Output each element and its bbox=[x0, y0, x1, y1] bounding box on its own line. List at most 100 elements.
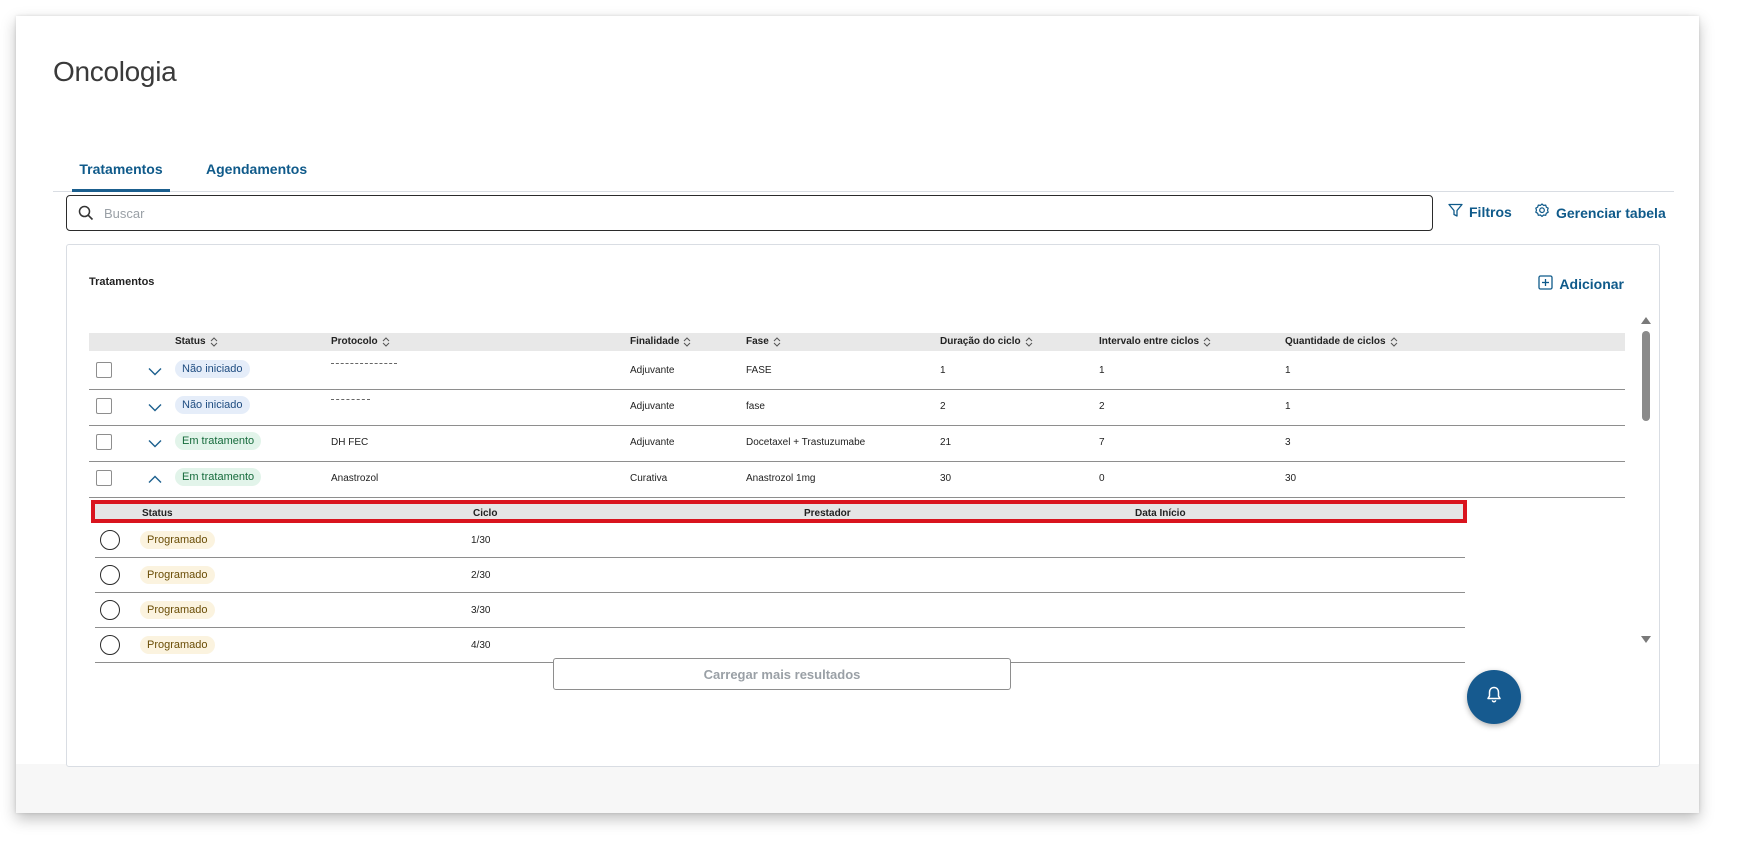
cycle-radio[interactable] bbox=[100, 565, 120, 585]
sort-icon bbox=[1390, 336, 1398, 347]
scroll-up-arrow-icon[interactable] bbox=[1641, 317, 1651, 324]
table-row-expanded[interactable]: Em tratamento Anastrozol Curativa Anastr… bbox=[89, 459, 1625, 498]
chevron-down-icon[interactable] bbox=[147, 399, 163, 415]
load-more-button[interactable]: Carregar mais resultados bbox=[553, 658, 1011, 690]
plus-box-icon bbox=[1538, 275, 1554, 293]
tab-agendamentos[interactable]: Agendamentos bbox=[206, 161, 307, 192]
chevron-up-icon[interactable] bbox=[147, 471, 163, 487]
protocolo-redacted bbox=[331, 363, 397, 366]
table-header: Status Protocolo Finalidade Fase Duração… bbox=[89, 333, 1625, 351]
fase-cell: Docetaxel + Trastuzumabe bbox=[746, 437, 866, 448]
footer-band bbox=[16, 764, 1699, 813]
filters-button[interactable]: Filtros bbox=[1448, 203, 1512, 221]
treatments-card: Tratamentos Adicionar Status Protocolo F… bbox=[66, 244, 1660, 767]
duracao-cell: 1 bbox=[940, 365, 946, 376]
duracao-cell: 2 bbox=[940, 401, 946, 412]
manage-table-button[interactable]: Gerenciar tabela bbox=[1534, 203, 1666, 222]
sub-col-data-inicio: Data Início bbox=[1135, 508, 1186, 519]
app-window: Oncologia Tratamentos Agendamentos Filtr… bbox=[16, 16, 1699, 813]
sort-icon bbox=[773, 336, 781, 347]
quantidade-cell: 1 bbox=[1285, 365, 1291, 376]
cycles-subtable-header: Status Ciclo Prestador Data Início bbox=[91, 500, 1467, 523]
fase-cell: FASE bbox=[746, 365, 772, 376]
search-icon bbox=[76, 203, 96, 223]
cycle-status-badge: Programado bbox=[140, 636, 215, 654]
cycle-radio[interactable] bbox=[100, 530, 120, 550]
card-title: Tratamentos bbox=[89, 276, 155, 288]
sort-icon bbox=[1025, 336, 1033, 347]
fase-cell: fase bbox=[746, 401, 765, 412]
sub-col-status: Status bbox=[142, 508, 173, 519]
notifications-button[interactable] bbox=[1467, 670, 1521, 724]
status-badge: Não iniciado bbox=[175, 360, 250, 378]
row-checkbox[interactable] bbox=[96, 470, 112, 486]
quantidade-cell: 3 bbox=[1285, 437, 1291, 448]
row-checkbox[interactable] bbox=[96, 434, 112, 450]
sort-icon bbox=[1203, 336, 1211, 347]
cycle-status-badge: Programado bbox=[140, 601, 215, 619]
finalidade-cell: Curativa bbox=[630, 473, 668, 484]
cycle-number: 4/30 bbox=[471, 640, 491, 651]
sort-icon bbox=[210, 336, 218, 347]
status-badge: Em tratamento bbox=[175, 468, 262, 486]
quantidade-cell: 1 bbox=[1285, 401, 1291, 412]
add-button[interactable]: Adicionar bbox=[1538, 275, 1624, 293]
status-badge: Não iniciado bbox=[175, 396, 250, 414]
tab-tratamentos[interactable]: Tratamentos bbox=[72, 161, 170, 192]
protocolo-cell: Anastrozol bbox=[331, 473, 379, 484]
intervalo-cell: 0 bbox=[1099, 473, 1105, 484]
cycle-status-badge: Programado bbox=[140, 531, 215, 549]
cycle-row[interactable]: Programado 1/30 bbox=[95, 523, 1465, 558]
chevron-down-icon[interactable] bbox=[147, 363, 163, 379]
col-header-protocolo[interactable]: Protocolo bbox=[331, 336, 390, 347]
status-badge: Em tratamento bbox=[175, 432, 262, 450]
sort-icon bbox=[683, 336, 691, 347]
table-row[interactable]: Em tratamento DH FEC Adjuvante Docetaxel… bbox=[89, 423, 1625, 462]
quantidade-cell: 30 bbox=[1285, 473, 1297, 484]
cycle-row[interactable]: Programado 3/30 bbox=[95, 593, 1465, 628]
duracao-cell: 30 bbox=[940, 473, 952, 484]
scroll-thumb[interactable] bbox=[1642, 331, 1650, 421]
fase-cell: Anastrozol 1mg bbox=[746, 473, 816, 484]
tab-bar: Tratamentos Agendamentos bbox=[53, 124, 1674, 192]
intervalo-cell: 2 bbox=[1099, 401, 1105, 412]
finalidade-cell: Adjuvante bbox=[630, 365, 675, 376]
col-header-quantidade[interactable]: Quantidade de ciclos bbox=[1285, 336, 1398, 347]
finalidade-cell: Adjuvante bbox=[630, 401, 675, 412]
search-input[interactable] bbox=[104, 198, 1404, 228]
cycle-number: 3/30 bbox=[471, 605, 491, 616]
row-checkbox[interactable] bbox=[96, 398, 112, 414]
filter-icon bbox=[1448, 203, 1463, 221]
cycle-number: 2/30 bbox=[471, 570, 491, 581]
col-header-fase[interactable]: Fase bbox=[746, 336, 781, 347]
table-row[interactable]: Não iniciado Adjuvante fase 2 2 1 bbox=[89, 387, 1625, 426]
col-header-status[interactable]: Status bbox=[175, 336, 218, 347]
cycle-radio[interactable] bbox=[100, 600, 120, 620]
scroll-down-arrow-icon[interactable] bbox=[1641, 636, 1651, 643]
filters-label: Filtros bbox=[1469, 204, 1512, 220]
protocolo-cell: DH FEC bbox=[331, 437, 369, 448]
cycle-row[interactable]: Programado 2/30 bbox=[95, 558, 1465, 593]
search-field[interactable] bbox=[66, 195, 1433, 231]
duracao-cell: 21 bbox=[940, 437, 952, 448]
table-row[interactable]: Não iniciado Adjuvante FASE 1 1 1 bbox=[89, 351, 1625, 390]
col-header-finalidade[interactable]: Finalidade bbox=[630, 336, 691, 347]
cycle-status-badge: Programado bbox=[140, 566, 215, 584]
chevron-down-icon[interactable] bbox=[147, 435, 163, 451]
col-header-intervalo[interactable]: Intervalo entre ciclos bbox=[1099, 336, 1211, 347]
gear-icon bbox=[1534, 203, 1550, 222]
manage-table-label: Gerenciar tabela bbox=[1556, 204, 1666, 221]
cycle-number: 1/30 bbox=[471, 535, 491, 546]
col-header-duracao[interactable]: Duração do ciclo bbox=[940, 336, 1033, 347]
treatments-table: Status Protocolo Finalidade Fase Duração… bbox=[89, 333, 1625, 697]
intervalo-cell: 1 bbox=[1099, 365, 1105, 376]
protocolo-redacted bbox=[331, 399, 370, 402]
cycle-radio[interactable] bbox=[100, 635, 120, 655]
sub-col-ciclo: Ciclo bbox=[473, 508, 498, 519]
row-checkbox[interactable] bbox=[96, 362, 112, 378]
add-label: Adicionar bbox=[1559, 276, 1624, 292]
sub-col-prestador: Prestador bbox=[804, 508, 851, 519]
table-scrollbar[interactable] bbox=[1641, 317, 1651, 643]
intervalo-cell: 7 bbox=[1099, 437, 1105, 448]
bell-icon bbox=[1486, 686, 1502, 708]
